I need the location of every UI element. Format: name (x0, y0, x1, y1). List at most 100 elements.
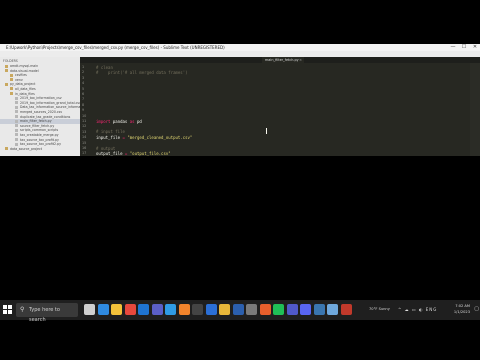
code-token: # print('# all merged data frames') (96, 69, 188, 75)
sidebar-item-label: tax_source_tax_profit.py (20, 137, 59, 142)
sidebar-item-label: data-visual-model (10, 68, 39, 73)
file-icon (15, 128, 18, 132)
file-icon (15, 119, 18, 123)
search-icon: ⚲ (20, 306, 25, 313)
code-token: clean (100, 64, 113, 70)
teams-icon[interactable] (286, 304, 298, 315)
code-token: import (96, 118, 111, 124)
sidebar-item-label: py_data_project (10, 82, 36, 87)
sidebar-item-label: in_data_files (15, 91, 35, 96)
file-icon (15, 115, 18, 119)
close-button[interactable]: ✕ (470, 44, 480, 51)
mail-icon[interactable] (138, 304, 149, 315)
line-number: 8 (82, 102, 85, 107)
maximize-button[interactable]: ☐ (459, 44, 469, 51)
file-icon (15, 124, 18, 128)
sidebar-item-label: main_filter_fetch.py (20, 119, 52, 124)
tab-label: main_filter_fetch.py (265, 58, 299, 62)
line-number: 11 (82, 119, 87, 123)
window-title: E:\Upwork\Python\Projects\merge_csv_file… (6, 45, 225, 50)
folder-icon (5, 69, 8, 73)
weather-widget[interactable]: 70°F Sunny (369, 307, 390, 311)
python-icon[interactable] (313, 304, 325, 315)
folder-icon (5, 82, 8, 86)
sidebar-header: FOLDERS (3, 59, 18, 63)
code-line: # input file (96, 129, 125, 134)
discord-icon[interactable] (300, 304, 311, 315)
word-icon[interactable] (232, 304, 244, 315)
file-icon (15, 96, 18, 100)
folder-icon (10, 78, 13, 82)
sidebar-item-label: duplicate_tax_grade_conditions (20, 114, 71, 119)
spotify-icon[interactable] (273, 304, 284, 315)
photoshop-icon[interactable] (205, 304, 217, 315)
code-line: output_file = "output_file.csv" (96, 151, 171, 156)
sidebar-item-label: data_source_project (10, 146, 43, 151)
code-line: # clean (96, 65, 113, 70)
line-number: 7 (82, 97, 85, 102)
taskbar-search-box[interactable]: ⚲ Type here to search (16, 303, 78, 323)
folder-icon (5, 64, 8, 68)
sidebar-item-label: source_filter_fetch.py (20, 123, 55, 128)
line-number: 17 (82, 151, 87, 156)
vscode-icon[interactable] (165, 304, 176, 315)
file-icon (15, 133, 18, 137)
code-editor[interactable]: 1 2 3 4 5 6 7 8 9 10 11 12 13 14 15 16 17 # clean # print… (80, 63, 480, 156)
code-token: "merged_cleaned_output.csv" (127, 134, 193, 140)
system-tray-icons[interactable]: ^ ☁ ▭ ◐ ENG (398, 307, 437, 312)
file-icon (15, 101, 18, 105)
minimize-button[interactable]: — (448, 44, 458, 51)
chrome-icon[interactable] (124, 304, 136, 315)
file-icon (15, 142, 18, 146)
folder-icon (5, 147, 8, 151)
sidebar-item-label: tax_source_tax_profit2.py (20, 142, 61, 147)
task-view-icon[interactable] (84, 304, 95, 315)
folder-icon (10, 92, 13, 96)
sidebar-item-label: Data_tax_information_source_information (20, 105, 80, 110)
terminal-icon[interactable] (192, 304, 203, 315)
code-line: # print('# all merged data frames') (96, 70, 188, 75)
line-number: 3 (82, 75, 85, 80)
code-line: input_file = "merged_cleaned_output.csv" (96, 135, 192, 140)
line-number: 16 (82, 146, 87, 150)
line-number: 12 (82, 124, 87, 129)
taskbar: ⚲ Type here to search 70°F Sunny ^ ☁ ▭ ◐… (0, 300, 480, 323)
line-number: 1 (82, 65, 85, 69)
windows-start-icon[interactable] (3, 305, 12, 314)
code-token: pd (134, 118, 142, 124)
firefox-icon[interactable] (259, 304, 271, 315)
sidebar-item-label: venv (15, 77, 23, 82)
line-number-gutter: 1 2 3 4 5 6 7 8 9 10 11 12 13 14 15 16 17 (80, 63, 94, 156)
line-number: 13 (82, 129, 87, 134)
line-number: 14 (82, 135, 87, 140)
sublime-icon[interactable] (178, 304, 190, 315)
sidebar-item-label: tax_creatable_merge.py (20, 132, 59, 137)
text-cursor (266, 128, 267, 134)
video-icon[interactable] (340, 304, 352, 315)
clock-date: 1/1/2023 (453, 310, 470, 314)
minimap[interactable] (470, 63, 480, 156)
file-icon (15, 138, 18, 141)
store-icon[interactable] (151, 304, 163, 315)
file-icon (15, 105, 18, 109)
sidebar: FOLDERS amdt-mysql-main data-visual-model… (0, 57, 80, 156)
file-explorer-icon[interactable] (111, 304, 122, 315)
sidebar-item-label: 2019_tax_information_csv (20, 96, 62, 101)
sidebar-item[interactable]: data_source_project (0, 147, 80, 152)
settings-icon[interactable] (246, 304, 257, 315)
line-number: 15 (82, 140, 87, 145)
sidebar-item-label: merged_sources_2020.csv (20, 109, 63, 114)
clock[interactable]: 7:02 AM 1/1/2023 (454, 303, 470, 315)
line-number: 9 (82, 108, 85, 113)
sidebar-item-label: scripts_common_scripts (20, 128, 59, 133)
edge-icon[interactable] (97, 304, 109, 315)
sublime-window: E:\Upwork\Python\Projects\merge_csv_file… (0, 44, 480, 156)
notification-icon[interactable]: ▢ (474, 306, 479, 312)
folder-icon (10, 73, 13, 77)
notepad-icon[interactable] (327, 304, 338, 315)
code-token: output_file (96, 150, 125, 156)
code-token: "output_file.csv" (129, 150, 171, 156)
sidebar-item-label: 2019_tax_information_grand_total.csv (20, 100, 80, 105)
line-number: 4 (82, 81, 85, 86)
folder-icon[interactable] (219, 304, 230, 315)
